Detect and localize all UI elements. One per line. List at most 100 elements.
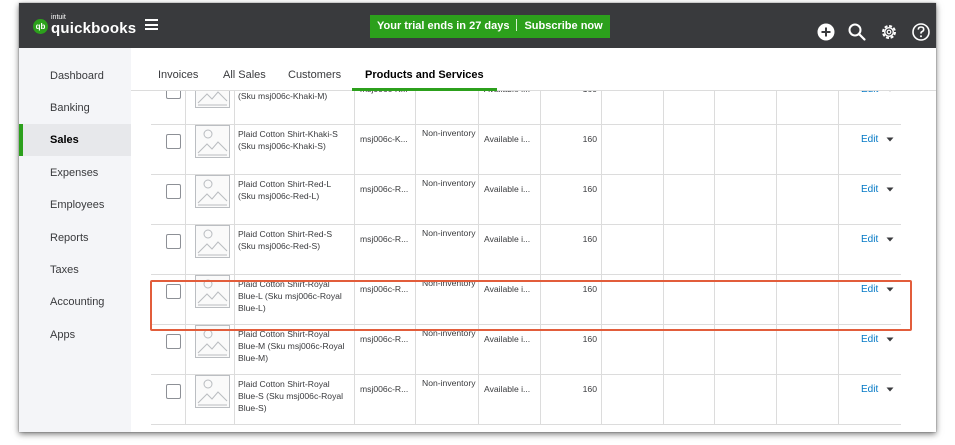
column-divider	[776, 125, 777, 174]
product-description: Available i...	[484, 234, 531, 244]
tab-customers[interactable]: Customers	[288, 48, 341, 91]
product-image-placeholder[interactable]	[195, 325, 230, 358]
nav-taxes[interactable]: Taxes	[19, 254, 131, 286]
product-image-placeholder[interactable]	[195, 375, 230, 408]
row-checkbox[interactable]	[166, 184, 181, 199]
edit-link[interactable]: Edit	[861, 334, 878, 345]
qb-badge-icon: qb	[33, 19, 48, 34]
column-divider	[663, 225, 664, 274]
product-type: Non-inventory	[422, 278, 476, 288]
column-divider	[185, 275, 186, 324]
column-divider	[663, 91, 664, 124]
edit-link[interactable]: Edit	[861, 234, 878, 245]
search-icon[interactable]	[847, 22, 867, 42]
edit-link[interactable]: Edit	[861, 184, 878, 195]
nav-apps[interactable]: Apps	[19, 319, 131, 351]
column-divider	[601, 275, 602, 324]
tab-invoices[interactable]: Invoices	[158, 48, 198, 91]
product-sku: msj006c-R...	[360, 284, 409, 294]
column-divider	[415, 91, 416, 124]
column-divider	[185, 91, 186, 124]
menu-toggle-icon[interactable]	[145, 19, 158, 30]
nav-accounting[interactable]: Accounting	[19, 286, 131, 318]
column-divider	[415, 275, 416, 324]
column-divider	[415, 325, 416, 374]
column-divider	[601, 175, 602, 224]
column-divider	[838, 375, 839, 424]
chevron-down-icon[interactable]	[885, 284, 895, 294]
chevron-down-icon[interactable]	[885, 334, 895, 344]
column-divider	[714, 91, 715, 124]
row-checkbox[interactable]	[166, 134, 181, 149]
app-window: qb intuit quickbooks Your trial ends in …	[19, 3, 936, 432]
column-divider	[714, 125, 715, 174]
table-row[interactable]: Plaid Cotton Shirt-Royal Blue-M (Sku msj…	[151, 325, 901, 375]
product-quantity: 160	[582, 184, 597, 194]
nav-sales[interactable]: Sales	[19, 124, 131, 156]
help-icon[interactable]	[911, 22, 931, 42]
product-description: Available i...	[484, 134, 531, 144]
product-name: Plaid Cotton Shirt-Royal Blue-M (Sku msj…	[238, 329, 345, 363]
top-bar: qb intuit quickbooks Your trial ends in …	[19, 3, 936, 48]
tab-all-sales[interactable]: All Sales	[223, 48, 266, 91]
row-checkbox[interactable]	[166, 234, 181, 249]
product-description: Available i...	[484, 384, 531, 394]
tab-products-and-services[interactable]: Products and Services	[352, 48, 497, 91]
chevron-down-icon[interactable]	[885, 91, 895, 94]
product-type: Non-inventory	[422, 378, 476, 388]
column-divider	[776, 275, 777, 324]
column-divider	[415, 175, 416, 224]
column-divider	[354, 375, 355, 424]
nav-dashboard[interactable]: Dashboard	[19, 60, 131, 92]
nav-expenses[interactable]: Expenses	[19, 157, 131, 189]
row-checkbox[interactable]	[166, 284, 181, 299]
column-divider	[838, 125, 839, 174]
edit-link[interactable]: Edit	[861, 384, 878, 395]
column-divider	[776, 225, 777, 274]
product-image-placeholder[interactable]	[195, 225, 230, 258]
edit-link[interactable]: Edit	[861, 91, 878, 95]
column-divider	[234, 325, 235, 374]
edit-link[interactable]: Edit	[861, 134, 878, 145]
product-image-placeholder[interactable]	[195, 175, 230, 208]
nav-employees[interactable]: Employees	[19, 189, 131, 221]
chevron-down-icon[interactable]	[885, 384, 895, 394]
column-divider	[601, 125, 602, 174]
nav-banking[interactable]: Banking	[19, 92, 131, 124]
edit-link[interactable]: Edit	[861, 284, 878, 295]
column-divider	[776, 375, 777, 424]
table-row[interactable]: Plaid Cotton Shirt-Khaki-S (Sku msj006c-…	[151, 125, 901, 175]
product-image-placeholder[interactable]	[195, 275, 230, 308]
subscribe-link[interactable]: Subscribe now	[524, 20, 602, 32]
table-row[interactable]: Plaid Cotton Shirt-Royal Blue-L (Sku msj…	[151, 275, 901, 325]
column-divider	[185, 125, 186, 174]
column-divider	[838, 325, 839, 374]
quickbooks-logo[interactable]: qb intuit quickbooks	[33, 14, 136, 40]
column-divider	[185, 325, 186, 374]
chevron-down-icon[interactable]	[885, 134, 895, 144]
row-checkbox[interactable]	[166, 91, 181, 99]
column-divider	[663, 125, 664, 174]
nav-reports[interactable]: Reports	[19, 222, 131, 254]
chevron-down-icon[interactable]	[885, 234, 895, 244]
product-sku: msj006c-R...	[360, 384, 409, 394]
table-row[interactable]: Plaid Cotton Shirt-Red-S (Sku msj006c-Re…	[151, 225, 901, 275]
row-checkbox[interactable]	[166, 334, 181, 349]
product-name: Plaid Cotton Shirt-Khaki-M (Sku msj006c-…	[238, 91, 328, 101]
gear-icon[interactable]	[879, 22, 899, 42]
row-checkbox[interactable]	[166, 384, 181, 399]
column-divider	[478, 175, 479, 224]
column-divider	[234, 175, 235, 224]
product-image-placeholder[interactable]	[195, 125, 230, 158]
table-row[interactable]: Plaid Cotton Shirt-Khaki-M (Sku msj006c-…	[151, 91, 901, 125]
chevron-down-icon[interactable]	[885, 184, 895, 194]
column-divider	[354, 325, 355, 374]
column-divider	[838, 175, 839, 224]
plus-circle-icon[interactable]	[816, 22, 836, 42]
product-image-placeholder[interactable]	[195, 91, 230, 108]
table-row[interactable]: Plaid Cotton Shirt-Royal Blue-S (Sku msj…	[151, 375, 901, 425]
product-type: Non-inventory	[422, 328, 476, 338]
column-divider	[478, 275, 479, 324]
table-row[interactable]: Plaid Cotton Shirt-Red-L (Sku msj006c-Re…	[151, 175, 901, 225]
product-description: Available i...	[484, 334, 531, 344]
